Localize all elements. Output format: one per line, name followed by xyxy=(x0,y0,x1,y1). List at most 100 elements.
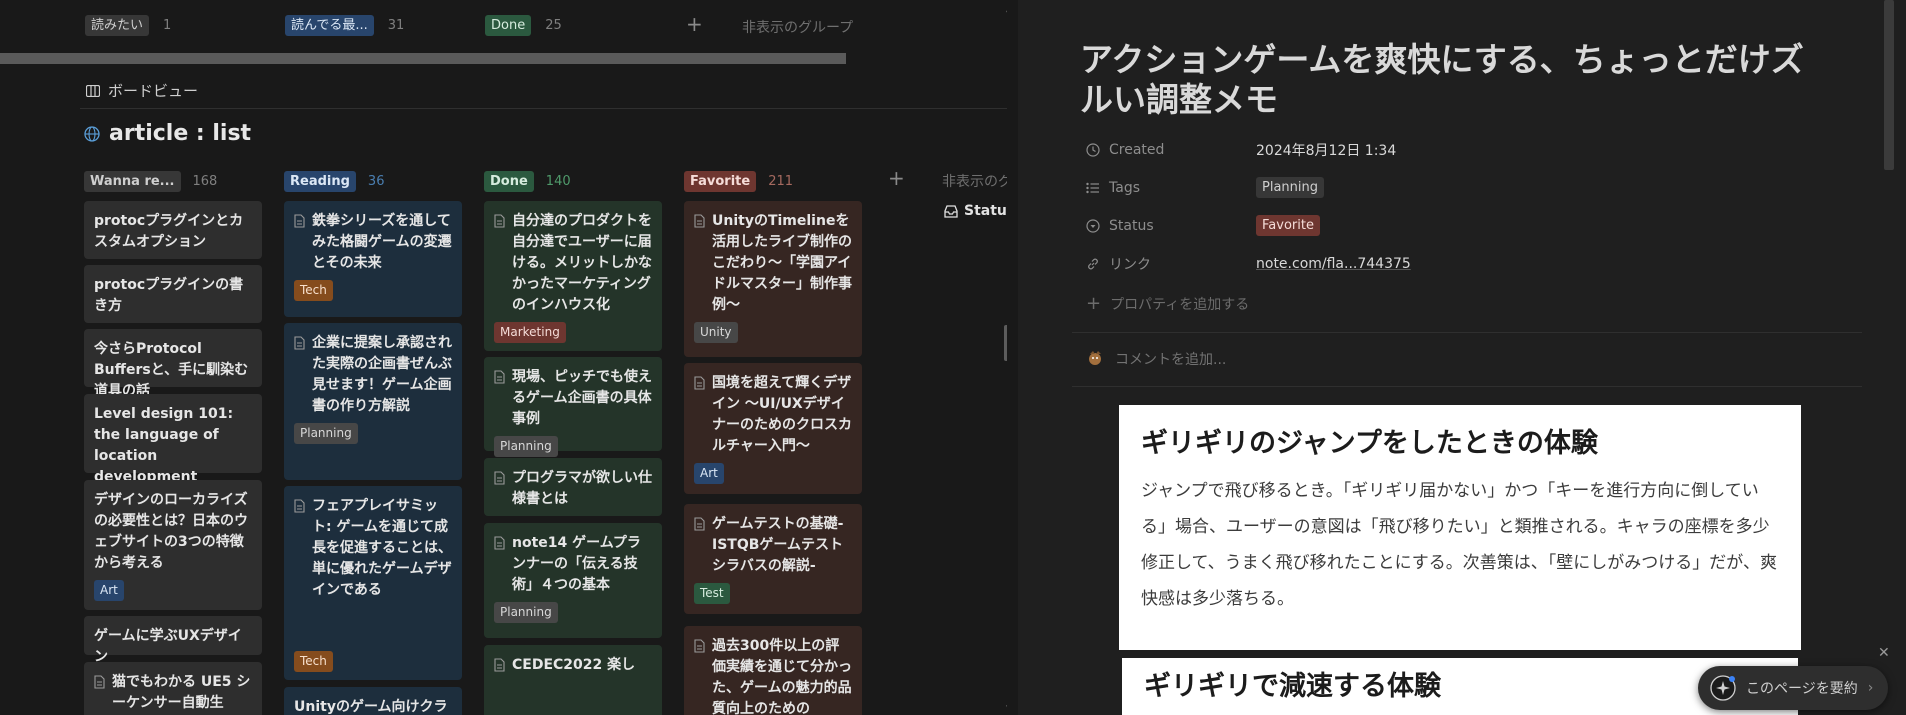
page-icon xyxy=(294,336,305,350)
card[interactable]: プログラマが欲しい仕様書とは xyxy=(484,458,662,516)
hidden-groups-column[interactable]: 非表示のグ xyxy=(942,171,1007,191)
card-tag: Tech xyxy=(294,651,333,672)
card[interactable]: 鉄拳シリーズを通してみた格闘ゲームの変遷とその未来 Tech xyxy=(284,201,462,317)
page-icon xyxy=(694,517,705,531)
property-tags[interactable]: Tags Planning xyxy=(1086,177,1324,198)
divider xyxy=(80,108,1007,109)
property-status[interactable]: Status Favorite xyxy=(1086,215,1320,236)
page-icon xyxy=(94,675,105,689)
card[interactable]: Unityのゲーム向けクラ xyxy=(284,687,462,715)
page-icon xyxy=(494,214,505,228)
image-heading: ギリギリで減速する体験 xyxy=(1144,671,1441,702)
sparkle-icon xyxy=(1710,675,1736,701)
page-icon xyxy=(494,658,505,672)
card[interactable]: 企業に提案し承認された実際の企画書ぜんぶ見せます！ゲーム企画書の作り方解説 Pl… xyxy=(284,323,462,480)
card[interactable]: 国境を超えて輝くデザイン ～UI/UXデザイナーのためのクロスカルチャー入門～ … xyxy=(684,363,862,494)
column-header[interactable]: Reading 36 xyxy=(280,163,384,199)
card[interactable]: 自分達のプロダクトを自分達でユーザーに届ける。メリットしかなかったマーケティング… xyxy=(484,201,662,351)
card[interactable]: 猫でもわかる UE5 シーケンサー自動生 xyxy=(84,662,262,715)
card-title: フェアプレイサミット: ゲームを通じて成長を促進することは、単に優れたゲームデザ… xyxy=(312,498,452,598)
property-link[interactable]: リンク note.com/fla...744375 xyxy=(1086,254,1411,274)
divider xyxy=(1072,386,1862,387)
card[interactable]: protocプラグインとカスタムオプション xyxy=(84,201,262,259)
group-wanna-read[interactable]: 読みたい 1 xyxy=(85,15,171,36)
column-header[interactable]: Favorite 211 xyxy=(680,163,793,199)
hidden-groups-label: 非表示のグループ xyxy=(742,20,854,36)
card[interactable]: デザインのローカライズの必要性とは？日本のウェブサイトの3つの特徴から考える A… xyxy=(84,480,262,610)
column-count: 36 xyxy=(367,173,385,189)
card-tag: Marketing xyxy=(494,322,566,343)
hidden-groups[interactable]: 非表示のグループ xyxy=(742,17,853,37)
card-title: CEDEC2022 楽し xyxy=(512,657,636,673)
add-property-label: プロパティを追加する xyxy=(1110,296,1250,313)
content-image: ギリギリのジャンプをしたときの体験 ジャンプで飛び移るとき。「ギリギリ届かない」… xyxy=(1119,405,1801,650)
summarize-button[interactable]: このページを要約 › xyxy=(1698,666,1888,710)
link-icon xyxy=(1088,258,1098,270)
card[interactable]: 今さらProtocol Buffersと、手に馴染む道具の話 xyxy=(84,329,262,399)
page-icon xyxy=(494,471,505,485)
group-done[interactable]: Done 25 xyxy=(485,15,562,36)
card[interactable]: ゲームに学ぶUXデザイン xyxy=(84,616,262,665)
card[interactable]: Level design 101: the language of locati… xyxy=(84,394,262,485)
card-tag: Planning xyxy=(494,436,558,457)
close-icon[interactable]: ✕ xyxy=(1878,645,1890,661)
card-title: 過去300件以上の評価実績を通じて分かった、ゲームの魅力的品質向上のための xyxy=(712,638,852,715)
property-label: Tags xyxy=(1109,179,1140,196)
card-tag: Test xyxy=(694,583,730,604)
database-title[interactable]: article : list xyxy=(84,121,251,146)
property-name: Created xyxy=(1086,142,1256,158)
card[interactable]: ゲームテストの基礎-ISTQBゲームテストシラバスの解説- Test xyxy=(684,504,862,614)
group-reading[interactable]: 読んでる最... 31 xyxy=(285,15,404,36)
board-icon xyxy=(86,84,100,97)
card[interactable]: note14 ゲームプランナーの「伝える技術」４つの基本 Planning xyxy=(484,523,662,638)
horizontal-scrollbar[interactable] xyxy=(0,53,846,64)
comment-input[interactable]: コメントを追加... xyxy=(1086,349,1226,369)
page-icon xyxy=(294,214,305,228)
add-property-button[interactable]: + プロパティを追加する xyxy=(1086,293,1249,314)
column-favorite: Favorite 211 UnityのTimelineを活用したライブ制作のこだ… xyxy=(680,163,862,715)
property-label: リンク xyxy=(1109,257,1151,273)
page-icon xyxy=(694,639,705,653)
add-column-button[interactable]: + xyxy=(888,166,905,190)
card[interactable]: protocプラグインの書き方 xyxy=(84,265,262,323)
tag-planning: Planning xyxy=(1256,177,1324,198)
add-group-button[interactable]: + xyxy=(686,12,703,36)
inbox-icon xyxy=(944,204,958,218)
card[interactable]: フェアプレイサミット: ゲームを通じて成長を促進することは、単に優れたゲームデザ… xyxy=(284,486,462,680)
column-reading: Reading 36 鉄拳シリーズを通してみた格闘ゲームの変遷とその未来 Tec… xyxy=(280,163,462,715)
card-tag: Planning xyxy=(494,602,558,623)
page-title[interactable]: アクションゲームを爽快にする、ちょっとだけズルい調整メモ xyxy=(1080,40,1820,120)
card-title: 猫でもわかる UE5 シーケンサー自動生 xyxy=(112,674,251,711)
board-view-tab[interactable]: ボードビュー xyxy=(86,80,198,101)
column-header[interactable]: Done 140 xyxy=(480,163,571,199)
column-label: Wanna re... xyxy=(84,170,181,192)
property-value: 2024年8月12日 1:34 xyxy=(1256,143,1397,159)
property-label: Created xyxy=(1109,142,1165,158)
column-header[interactable]: Wanna re... 168 xyxy=(80,163,217,199)
card[interactable]: UnityのTimelineを活用したライブ制作のこだわり～「学園アイドルマスタ… xyxy=(684,201,862,357)
card-title: UnityのTimelineを活用したライブ制作のこだわり～「学園アイドルマスタ… xyxy=(712,213,852,313)
column-label: Done xyxy=(484,170,534,192)
property-created[interactable]: Created 2024年8月12日 1:34 xyxy=(1086,140,1396,160)
page-icon xyxy=(694,214,705,228)
page-icon xyxy=(694,376,705,390)
property-name: Status xyxy=(1086,218,1256,234)
plus-icon: + xyxy=(1086,293,1102,314)
column-count: 140 xyxy=(545,173,571,189)
page-pane: アクションゲームを爽快にする、ちょっとだけズルい調整メモ Created 202… xyxy=(1018,0,1906,715)
card[interactable]: CEDEC2022 楽し xyxy=(484,645,662,715)
content-image: ギリギリで減速する体験 xyxy=(1122,658,1798,715)
card[interactable]: 過去300件以上の評価実績を通じて分かった、ゲームの魅力的品質向上のための xyxy=(684,626,862,715)
globe-icon xyxy=(84,125,100,142)
page-scrollbar-thumb[interactable] xyxy=(1884,0,1894,170)
card-title: Level design 101: the language of locati… xyxy=(94,406,234,485)
card-tag: Art xyxy=(694,463,724,484)
status-icon xyxy=(1086,218,1100,233)
group-label: Done xyxy=(485,15,532,36)
status-label: Status xyxy=(964,203,1007,219)
card-title: note14 ゲームプランナーの「伝える技術」４つの基本 xyxy=(512,535,641,593)
link-value[interactable]: note.com/fla...744375 xyxy=(1256,256,1411,272)
card[interactable]: 現場、ピッチでも使えるゲーム企画書の具体事例 Planning xyxy=(484,357,662,457)
status-visibility[interactable]: Status xyxy=(944,203,1007,219)
card-tag: Unity xyxy=(694,322,738,343)
